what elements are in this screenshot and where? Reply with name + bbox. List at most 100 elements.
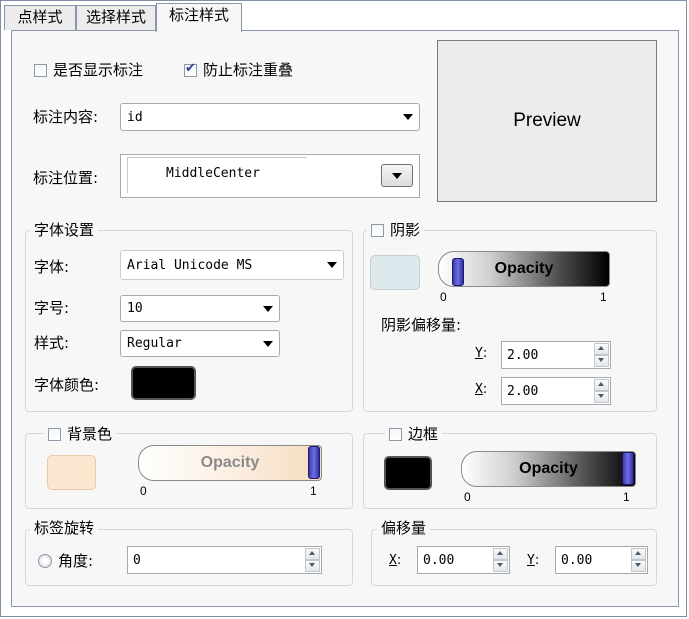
chevron-down-icon <box>263 340 273 347</box>
offset-title-text: 偏移量 <box>381 519 427 537</box>
tab-label-style[interactable]: 标注样式 <box>156 3 242 32</box>
offset-y-label: Y: <box>527 553 539 568</box>
label-position-label: 标注位置: <box>33 169 99 187</box>
angle-radio-button[interactable] <box>38 554 52 568</box>
spin-down-icon[interactable] <box>493 560 508 572</box>
shadow-title-text: 阴影 <box>390 221 421 239</box>
offset-y-input[interactable]: 0.00 <box>555 546 648 574</box>
shadow-y-label: Y: <box>475 346 487 361</box>
rotation-title: 标签旋转 <box>30 519 99 537</box>
border-opacity-slider[interactable]: Opacity <box>461 451 636 487</box>
angle-spinner[interactable] <box>305 548 320 572</box>
position-picker-line <box>127 157 307 158</box>
offset-x-value: 0.00 <box>423 552 455 568</box>
shadow-title[interactable]: 阴影 <box>367 221 425 239</box>
shadow-opacity-max: 1 <box>600 290 607 304</box>
spin-down-icon[interactable] <box>305 560 320 572</box>
offset-y-value: 0.00 <box>561 552 593 568</box>
shadow-y-spinner[interactable] <box>594 343 609 367</box>
shadow-x-colon: : <box>482 382 488 397</box>
offset-title: 偏移量 <box>377 519 431 537</box>
label-content-label: 标注内容: <box>33 108 99 126</box>
spin-down-icon[interactable] <box>594 355 609 367</box>
shadow-y-letter: Y <box>475 346 483 361</box>
angle-value: 0 <box>133 552 141 568</box>
font-style-value: Regular <box>127 336 182 351</box>
background-color-swatch[interactable] <box>47 455 96 490</box>
chevron-down-icon <box>403 114 413 120</box>
show-label-checkbox-box[interactable] <box>34 63 47 77</box>
show-label-checkbox[interactable]: 是否显示标注 <box>34 61 143 79</box>
shadow-y-colon: : <box>482 346 488 361</box>
offset-y-letter: Y <box>527 553 535 568</box>
offset-x-colon: : <box>396 553 402 568</box>
spin-up-icon[interactable] <box>594 343 609 355</box>
shadow-opacity-label: Opacity <box>494 260 554 277</box>
label-position-picker[interactable]: MiddleCenter <box>120 154 420 198</box>
shadow-opacity-min: 0 <box>440 290 447 304</box>
shadow-x-input[interactable]: 2.00 <box>501 377 611 405</box>
spin-up-icon[interactable] <box>594 379 609 391</box>
label-position-dropdown-button[interactable] <box>381 164 413 187</box>
font-style-select[interactable]: Regular <box>120 330 280 357</box>
angle-input[interactable]: 0 <box>127 546 322 574</box>
border-opacity-label: Opacity <box>519 460 578 477</box>
shadow-x-letter: X <box>475 382 483 397</box>
rotation-title-text: 标签旋转 <box>34 519 95 537</box>
offset-x-label: X: <box>389 553 401 568</box>
spin-down-icon[interactable] <box>631 560 646 572</box>
font-color-label: 字体颜色: <box>34 376 100 394</box>
chevron-down-icon <box>327 262 337 268</box>
chevron-down-icon <box>263 305 273 312</box>
tab-selection-style[interactable]: 选择样式 <box>76 5 156 30</box>
font-size-value: 10 <box>127 301 143 316</box>
shadow-opacity-thumb[interactable] <box>452 258 464 286</box>
background-title-text: 背景色 <box>67 425 113 443</box>
label-content-value: id <box>127 109 143 125</box>
prevent-overlap-checkbox-box[interactable]: ✔ <box>184 60 197 77</box>
shadow-x-spinner[interactable] <box>594 379 609 403</box>
shadow-checkbox[interactable] <box>371 223 384 237</box>
label-position-value: MiddleCenter <box>166 166 260 181</box>
border-title-text: 边框 <box>408 425 439 443</box>
background-opacity-thumb[interactable] <box>308 446 320 479</box>
font-value: Arial Unicode MS <box>127 257 253 273</box>
position-picker-edge <box>127 157 128 193</box>
tab-point-style[interactable]: 点样式 <box>4 5 76 30</box>
offset-y-spinner[interactable] <box>631 548 646 572</box>
shadow-offset-label: 阴影偏移量: <box>381 316 462 334</box>
shadow-color-swatch[interactable] <box>370 255 420 290</box>
background-opacity-min: 0 <box>140 484 147 498</box>
background-title[interactable]: 背景色 <box>44 425 117 443</box>
font-size-select[interactable]: 10 <box>120 295 280 322</box>
angle-radio[interactable]: 角度: <box>38 552 93 570</box>
border-opacity-min: 0 <box>464 490 471 504</box>
border-title[interactable]: 边框 <box>385 425 443 443</box>
background-opacity-slider[interactable]: Opacity <box>138 445 322 481</box>
offset-x-spinner[interactable] <box>493 548 508 572</box>
spin-down-icon[interactable] <box>594 391 609 403</box>
preview-box: Preview <box>437 40 657 202</box>
spin-up-icon[interactable] <box>493 548 508 560</box>
border-opacity-thumb[interactable] <box>622 452 634 485</box>
background-opacity-max: 1 <box>310 484 317 498</box>
spin-up-icon[interactable] <box>305 548 320 560</box>
font-select[interactable]: Arial Unicode MS <box>120 250 344 280</box>
background-checkbox[interactable] <box>48 427 61 441</box>
font-settings-title-text: 字体设置 <box>34 221 95 239</box>
font-color-swatch[interactable] <box>131 366 196 400</box>
spin-up-icon[interactable] <box>631 548 646 560</box>
offset-x-input[interactable]: 0.00 <box>417 546 510 574</box>
font-settings-title: 字体设置 <box>30 221 99 239</box>
checkmark-icon: ✔ <box>185 60 196 76</box>
border-checkbox[interactable] <box>389 427 402 441</box>
shadow-y-input[interactable]: 2.00 <box>501 341 611 369</box>
border-color-swatch[interactable] <box>384 456 432 490</box>
shadow-x-value: 2.00 <box>507 383 539 399</box>
font-size-label: 字号: <box>34 299 70 317</box>
offset-y-colon: : <box>534 553 540 568</box>
font-style-label: 样式: <box>34 334 70 352</box>
shadow-x-label: X: <box>475 382 487 397</box>
label-content-select[interactable]: id <box>120 103 420 131</box>
prevent-overlap-checkbox[interactable]: ✔ 防止标注重叠 <box>184 61 293 79</box>
